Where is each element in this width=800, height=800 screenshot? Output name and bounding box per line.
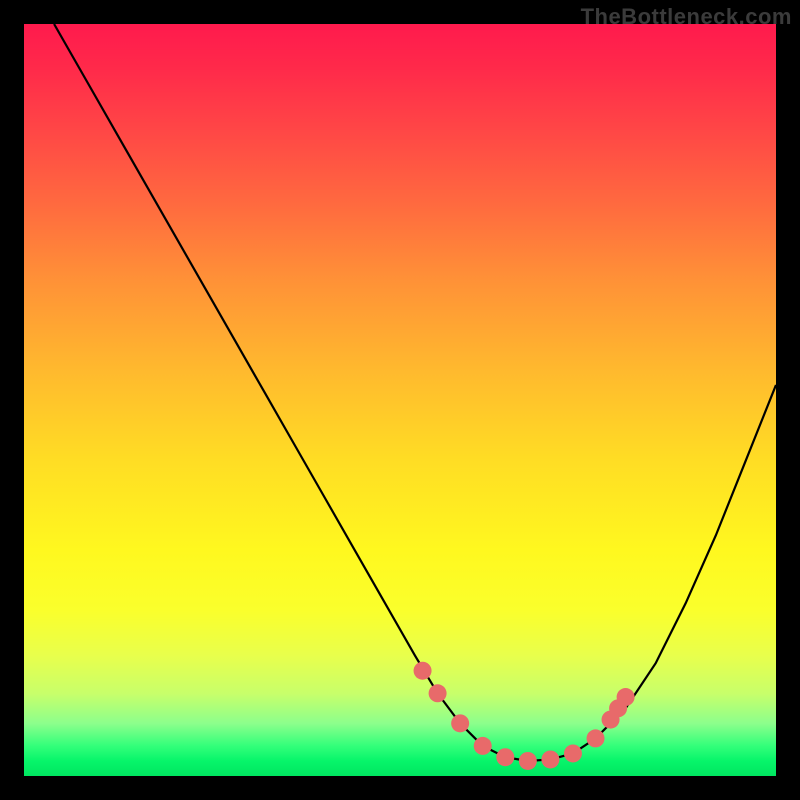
- chart-plot-area: [24, 24, 776, 776]
- curve-marker: [414, 662, 432, 680]
- curve-marker: [496, 748, 514, 766]
- curve-marker: [451, 714, 469, 732]
- chart-svg: [24, 24, 776, 776]
- curve-marker: [564, 744, 582, 762]
- watermark-text: TheBottleneck.com: [581, 4, 792, 30]
- curve-line: [54, 24, 776, 761]
- curve-marker: [541, 750, 559, 768]
- curve-marker: [429, 684, 447, 702]
- curve-marker: [519, 752, 537, 770]
- curve-marker: [617, 688, 635, 706]
- curve-marker: [587, 729, 605, 747]
- curve-markers: [414, 662, 635, 770]
- curve-marker: [474, 737, 492, 755]
